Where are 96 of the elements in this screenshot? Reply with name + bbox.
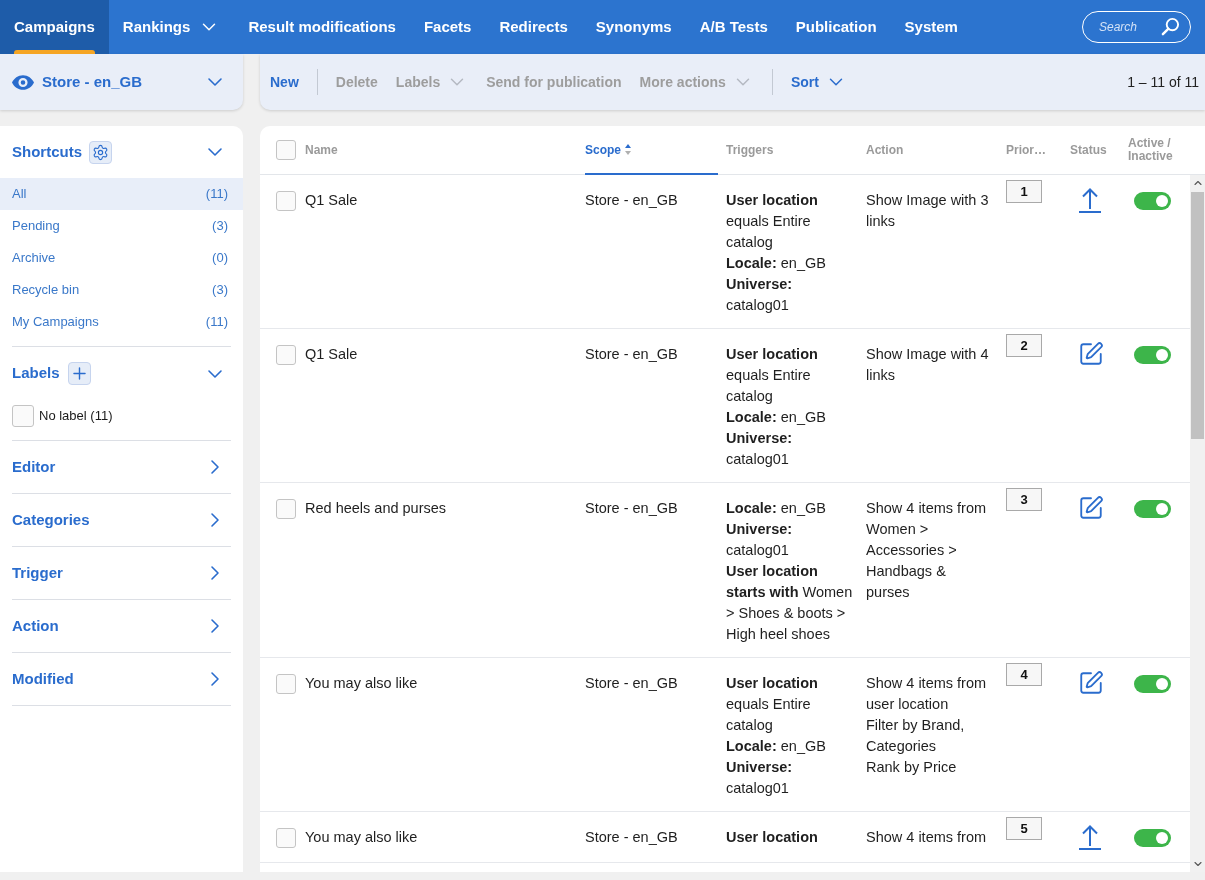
trigger-condition: Universe: catalog01: [726, 758, 794, 798]
campaign-name: Q1 Sale: [305, 345, 359, 364]
shortcut-item[interactable]: Archive (0): [0, 242, 243, 274]
scrollbar[interactable]: [1190, 175, 1205, 872]
nav-tab[interactable]: A/B Tests: [685, 0, 782, 54]
priority-field[interactable]: 5: [1006, 817, 1042, 840]
shortcut-item[interactable]: All (11): [0, 178, 243, 210]
column-header[interactable]: Status: [1070, 143, 1111, 157]
upload-arrow-icon[interactable]: [1078, 187, 1102, 213]
label-checkbox[interactable]: [12, 405, 34, 427]
action-text: Rank by Price: [866, 758, 958, 777]
row-checkbox[interactable]: [276, 345, 296, 365]
row-checkbox[interactable]: [276, 191, 296, 211]
scope-text: Store - en_GB: [585, 828, 679, 847]
filter-section-header[interactable]: Modified: [12, 653, 231, 706]
campaign-name: Red heels and purses: [305, 499, 448, 518]
search-field[interactable]: Search: [1082, 11, 1191, 43]
trigger-condition: Locale: en_GB: [726, 408, 827, 427]
trigger-condition: Universe: catalog01: [726, 429, 794, 469]
pagination-range: 1 – 11 of 11: [1127, 72, 1199, 92]
trigger-condition: User location: [726, 828, 819, 847]
scope-selector[interactable]: Store - en_GB: [12, 70, 227, 94]
toolbar-button[interactable]: Sort: [790, 71, 847, 93]
scope-text: Store - en_GB: [585, 674, 679, 693]
trigger-condition: Locale: en_GB: [726, 737, 827, 756]
campaign-name: Q1 Sale: [305, 191, 359, 210]
action-text: Show Image with 4 links: [866, 345, 990, 385]
select-all-checkbox[interactable]: [276, 140, 296, 160]
toggle-switch[interactable]: [1134, 346, 1171, 364]
nav-tab[interactable]: Redirects: [485, 0, 582, 54]
scope-text: Store - en_GB: [585, 499, 679, 518]
column-header[interactable]: Scope: [585, 126, 718, 175]
item-count: (0): [212, 249, 228, 268]
column-header[interactable]: Name: [305, 143, 342, 157]
column-header[interactable]: Prior…: [1006, 143, 1050, 157]
item-count: (11): [205, 313, 228, 332]
trigger-condition: Universe: catalog01: [726, 520, 794, 560]
priority-field[interactable]: 2: [1006, 334, 1042, 357]
column-header[interactable]: Action: [866, 143, 908, 157]
checkbox-label: No label (11): [39, 407, 113, 426]
filter-section-header[interactable]: Action: [12, 600, 231, 653]
scope-text: Store - en_GB: [585, 345, 679, 364]
nav-tab[interactable]: Publication: [781, 0, 891, 54]
search-icon[interactable]: [1161, 17, 1180, 36]
toggle-switch[interactable]: [1134, 192, 1171, 210]
shortcut-settings-button[interactable]: [89, 140, 112, 164]
action-text: Show 4 items from user location: [866, 674, 988, 714]
section-title: Shortcuts: [12, 141, 82, 162]
priority-field[interactable]: 4: [1006, 663, 1042, 686]
trigger-condition: Locale: en_GB: [726, 254, 827, 273]
row-checkbox[interactable]: [276, 828, 296, 848]
trigger-condition: Locale: en_GB: [726, 499, 827, 518]
toggle-switch[interactable]: [1134, 675, 1171, 693]
action-text: Filter by Brand, Categories: [866, 716, 966, 756]
trigger-condition: Universe: catalog01: [726, 275, 794, 315]
nav-tab[interactable]: Synonyms: [581, 0, 686, 54]
settings-icon: [92, 143, 109, 161]
upload-arrow-icon[interactable]: [1078, 824, 1102, 850]
section-title: Labels: [12, 363, 60, 384]
priority-field[interactable]: 1: [1006, 180, 1042, 203]
priority-field[interactable]: 3: [1006, 488, 1042, 511]
item-count: (3): [212, 281, 228, 300]
item-count: (11): [205, 185, 228, 204]
row-checkbox[interactable]: [276, 499, 296, 519]
nav-tab[interactable]: Facets: [409, 0, 486, 54]
toggle-switch[interactable]: [1134, 829, 1171, 847]
edit-icon[interactable]: [1078, 495, 1104, 521]
shortcut-item[interactable]: My Campaigns (11): [0, 306, 243, 338]
nav-tab[interactable]: System: [890, 0, 972, 54]
row-checkbox[interactable]: [276, 674, 296, 694]
toolbar-button[interactable]: New: [270, 71, 299, 93]
campaign-name: You may also like: [305, 674, 419, 693]
toggle-switch[interactable]: [1134, 500, 1171, 518]
action-text: Show Image with 3 links: [866, 191, 990, 231]
shortcut-item[interactable]: Recycle bin (3): [0, 274, 243, 306]
scope-text: Store - en_GB: [585, 191, 679, 210]
action-text: Show 4 items from: [866, 828, 988, 847]
eye-icon: [12, 74, 34, 90]
filter-section-header[interactable]: Categories: [12, 494, 231, 547]
filter-section-header[interactable]: Editor: [12, 441, 231, 494]
item-count: (3): [212, 217, 228, 236]
scrollbar-thumb[interactable]: [1191, 192, 1204, 439]
edit-icon[interactable]: [1078, 341, 1104, 367]
filter-section-header[interactable]: Trigger: [12, 547, 231, 600]
sort-icon: [625, 144, 631, 155]
trigger-condition: User location starts with Women > Shoes & boots > High heel shoes: [726, 562, 854, 644]
action-text: Show 4 items from Women > Accessories > Handbags & purses: [866, 499, 988, 602]
add-label-button[interactable]: [67, 362, 91, 385]
column-header[interactable]: Active / Inactive: [1128, 137, 1190, 163]
edit-icon[interactable]: [1078, 670, 1104, 696]
column-header[interactable]: Triggers: [726, 143, 778, 157]
shortcut-item[interactable]: Pending (3): [0, 210, 243, 242]
nav-tab[interactable]: Rankings: [108, 0, 235, 54]
nav-tab[interactable]: Result modifications: [234, 0, 410, 54]
campaign-name: You may also like: [305, 828, 419, 847]
nav-tab[interactable]: Campaigns: [0, 0, 109, 54]
